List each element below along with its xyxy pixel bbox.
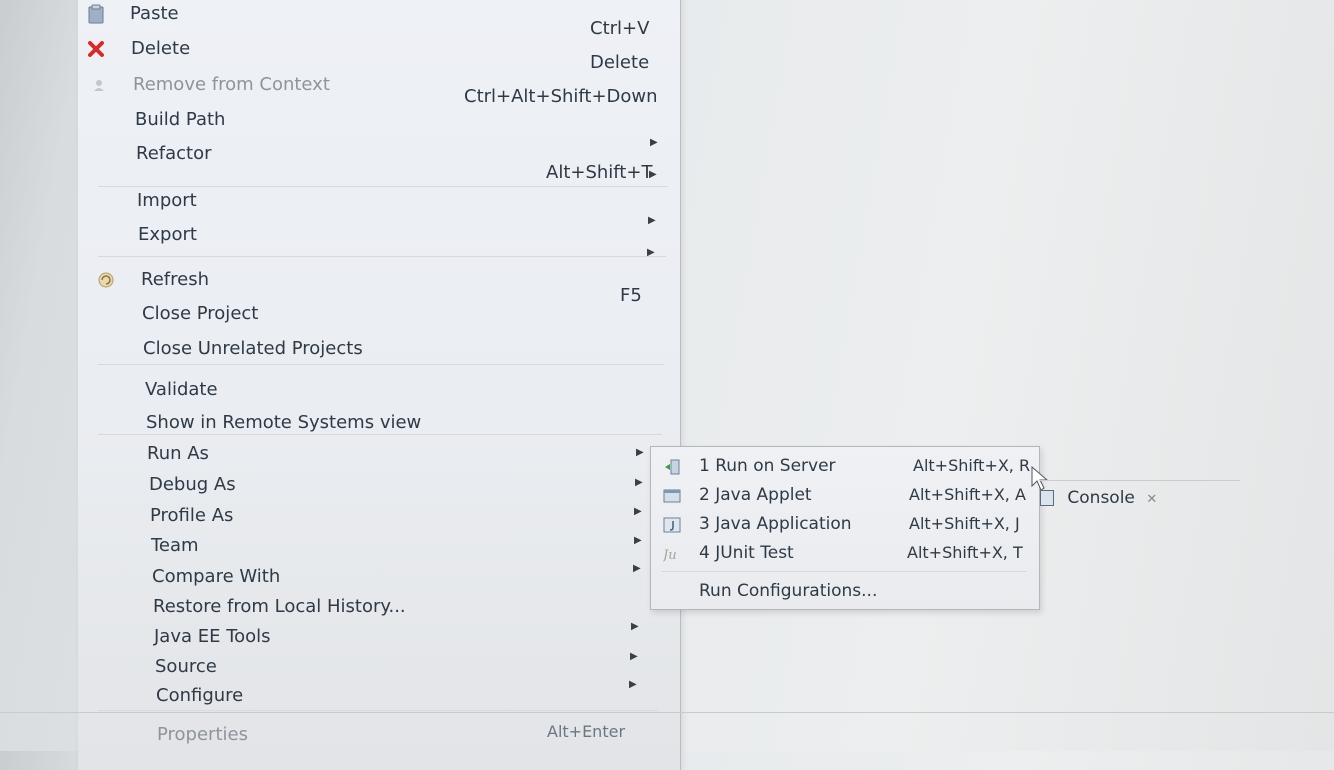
server-icon — [663, 457, 681, 475]
menu-item-label: Restore from Local History... — [153, 596, 406, 617]
run-as-submenu: 1 Run on Server Alt+Shift+X, R 2 Java Ap… — [650, 446, 1040, 610]
menu-item-label: Close Project — [142, 303, 259, 324]
menu-item-label: Configure — [156, 685, 244, 706]
menu-item-label: Remove from Context — [133, 74, 330, 95]
applet-icon — [663, 486, 681, 504]
menu-item-label: Delete — [131, 38, 191, 59]
submenu-item-junit-test[interactable]: Ju 4 JUnit Test Alt+Shift+X, T — [651, 539, 1039, 567]
close-icon[interactable]: ✕ — [1146, 492, 1157, 507]
shortcut-properties: Alt+Enter — [547, 722, 626, 741]
menu-item-label: Source — [155, 656, 217, 677]
menu-item-restore-local-history[interactable]: Restore from Local History... — [153, 592, 673, 622]
refresh-icon — [96, 270, 116, 290]
submenu-item-run-on-server[interactable]: 1 Run on Server Alt+Shift+X, R — [651, 452, 1039, 480]
submenu-item-java-application[interactable]: 3 Java Application Alt+Shift+X, J — [651, 510, 1039, 538]
chevron-right-icon: ▶ — [634, 535, 642, 546]
chevron-right-icon: ▶ — [629, 679, 637, 690]
chevron-right-icon: ▶ — [630, 651, 638, 662]
menu-item-label: Close Unrelated Projects — [143, 338, 363, 359]
menu-item-label: Run As — [147, 443, 209, 464]
menu-separator — [661, 571, 1027, 572]
menu-item-label: Export — [138, 224, 197, 245]
menu-item-label: Paste — [130, 3, 179, 24]
menu-item-label: Build Path — [135, 109, 226, 130]
menu-item-label: Profile As — [150, 505, 234, 526]
remove-context-icon — [89, 75, 109, 95]
menu-item-debug-as[interactable]: Debug As — [149, 470, 669, 500]
menu-item-label: Import — [137, 190, 197, 211]
paste-icon — [86, 4, 106, 24]
menu-item-label: Team — [151, 535, 199, 556]
menu-item-java-ee-tools[interactable]: Java EE Tools — [154, 622, 674, 652]
chevron-right-icon: ▶ — [631, 621, 639, 632]
menu-item-close-project[interactable]: Close Project — [142, 299, 662, 329]
menu-item-label: Properties — [157, 724, 248, 745]
submenu-item-java-applet[interactable]: 2 Java Applet Alt+Shift+X, A — [651, 481, 1039, 509]
menu-item-validate[interactable]: Validate — [145, 375, 665, 405]
menu-item-build-path[interactable]: Build Path — [135, 105, 655, 135]
svg-text:Ju: Ju — [663, 548, 677, 563]
submenu-item-run-configurations[interactable]: Run Configurations... — [651, 577, 1039, 605]
chevron-right-icon: ▶ — [636, 447, 644, 458]
menu-item-label: Compare With — [152, 566, 281, 587]
menu-item-profile-as[interactable]: Profile As — [150, 501, 670, 531]
menu-item-label: Java EE Tools — [154, 626, 271, 647]
console-tab-label: Console — [1067, 488, 1135, 508]
menu-item-label: Debug As — [149, 474, 236, 495]
menu-separator — [98, 434, 662, 435]
menu-item-label: Refresh — [141, 269, 209, 290]
menu-item-export[interactable]: Export — [138, 220, 658, 250]
chevron-right-icon: ▶ — [647, 247, 655, 258]
menu-separator — [98, 710, 658, 711]
menu-separator — [98, 364, 664, 365]
menu-separator — [98, 256, 666, 257]
window-divider — [0, 712, 1334, 713]
menu-item-run-as[interactable]: Run As — [147, 439, 667, 469]
chevron-right-icon: ▶ — [633, 563, 641, 574]
java-application-icon — [663, 515, 681, 533]
menu-item-configure[interactable]: Configure — [156, 681, 676, 711]
chevron-right-icon: ▶ — [634, 506, 642, 517]
menu-item-refresh[interactable]: Refresh — [98, 265, 661, 295]
delete-icon — [86, 39, 106, 59]
menu-item-label: Refactor — [136, 143, 212, 164]
shortcut-refactor: Alt+Shift+T — [546, 162, 653, 183]
menu-item-close-unrelated-projects[interactable]: Close Unrelated Projects — [143, 334, 663, 364]
menu-item-team[interactable]: Team — [151, 531, 671, 561]
console-tab[interactable]: Console ✕ — [1040, 480, 1240, 515]
menu-item-source[interactable]: Source — [155, 652, 675, 682]
chevron-right-icon: ▶ — [635, 477, 643, 488]
menu-item-label: Validate — [145, 379, 218, 400]
context-menu: Paste Ctrl+V Delete Delete Remove from C… — [78, 0, 681, 770]
console-icon — [1040, 490, 1054, 506]
junit-icon: Ju — [660, 544, 681, 563]
menu-item-import[interactable]: Import — [137, 186, 657, 216]
menu-item-compare-with[interactable]: Compare With — [152, 562, 672, 592]
